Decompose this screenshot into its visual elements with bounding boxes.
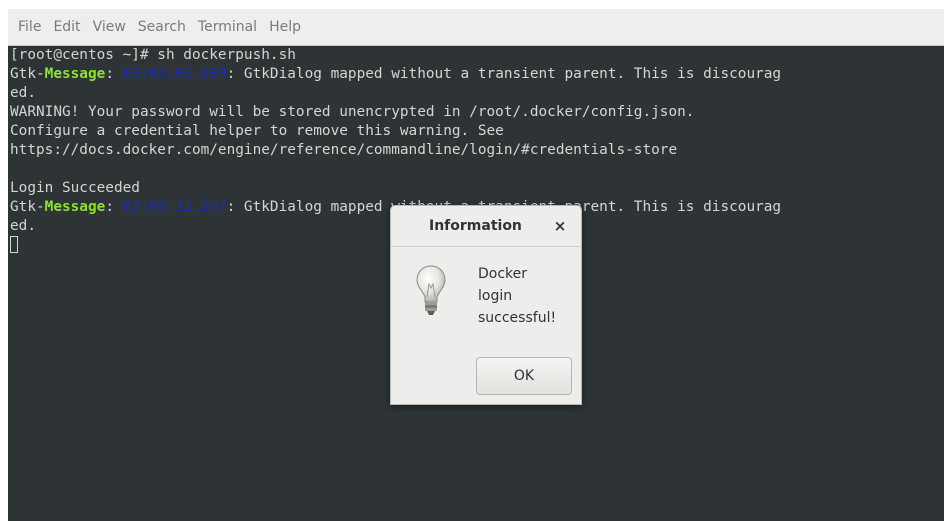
information-dialog: Information × Docker login successful! O… [390,205,582,405]
menu-item-view[interactable]: View [87,9,132,45]
timestamp: 03:06:32.207 [122,199,227,215]
ok-button[interactable]: OK [476,357,572,395]
menu-item-file[interactable]: File [12,9,47,45]
terminal-text: : [105,66,123,82]
terminal-text: Configure a credential helper to remove … [10,123,504,139]
dialog-titlebar[interactable]: Information × [391,206,581,247]
lightbulb-icon [416,265,446,315]
terminal-line: WARNING! Your password will be stored un… [10,103,944,122]
terminal-cursor [10,236,18,253]
dialog-title: Information [429,218,522,234]
menu-bar: File Edit View Search Terminal Help [8,9,944,46]
terminal-line: ed. [10,84,944,103]
terminal-line: https://docs.docker.com/engine/reference… [10,141,944,160]
close-icon[interactable]: × [551,217,569,235]
menu-item-search[interactable]: Search [132,9,192,45]
message-label: Message [44,199,106,215]
message-label: Message [44,66,106,82]
dialog-message: Docker login successful! [478,266,557,326]
terminal-text: Login Succeeded [10,180,140,196]
terminal-text: ed. [10,218,36,234]
terminal-text: https://docs.docker.com/engine/reference… [10,142,678,158]
terminal-text: ed. [10,85,36,101]
terminal-text: : GtkDialog mapped without a transient p… [226,66,782,82]
terminal-text: WARNING! Your password will be stored un… [10,104,695,120]
terminal-line: [root@centos ~]# sh dockerpush.sh [10,46,944,65]
terminal-text: Gtk- [10,199,45,215]
terminal-text: Gtk- [10,66,45,82]
menu-item-terminal[interactable]: Terminal [192,9,263,45]
terminal-line: Login Succeeded [10,179,944,198]
timestamp: 03:05:05.609 [122,66,227,82]
menu-item-help[interactable]: Help [263,9,307,45]
menu-item-edit[interactable]: Edit [47,9,86,45]
terminal-line: Configure a credential helper to remove … [10,122,944,141]
terminal-text: [root@centos ~]# sh dockerpush.sh [10,47,296,63]
terminal-text: : [105,199,123,215]
terminal-line: Gtk-Message: 03:05:05.609: GtkDialog map… [10,65,944,84]
